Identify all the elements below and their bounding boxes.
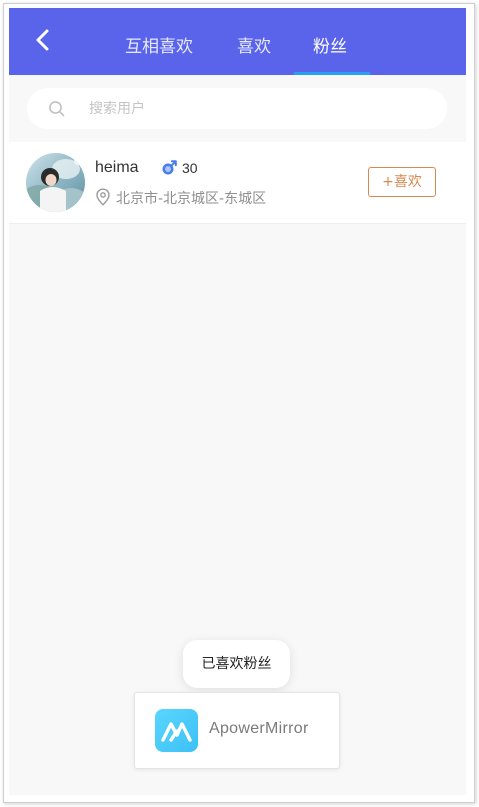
- avatar[interactable]: [26, 153, 85, 212]
- apowermirror-label: ApowerMirror: [209, 720, 309, 737]
- fan-name: heima: [95, 159, 139, 176]
- male-icon: [162, 160, 177, 175]
- fan-list-item[interactable]: heima 30 北京市-北京城区-东城区 +喜欢: [9, 142, 466, 224]
- tab-likes[interactable]: 喜欢: [237, 32, 271, 57]
- fan-location: 北京市-北京城区-东城区: [116, 191, 267, 207]
- fan-age: 30: [182, 160, 198, 176]
- tab-bar: 互相喜欢 喜欢 粉丝: [9, 8, 466, 75]
- apowermirror-overlay[interactable]: ApowerMirror: [134, 692, 340, 769]
- active-tab-indicator: [294, 72, 370, 75]
- header-bar: 互相喜欢 喜欢 粉丝: [9, 8, 466, 75]
- search-input[interactable]: [87, 94, 431, 124]
- apowermirror-logo-icon: [155, 709, 198, 752]
- tab-fans[interactable]: 粉丝: [313, 32, 347, 57]
- app-screen: 互相喜欢 喜欢 粉丝 搜索用户 heima 30 北京市-北京城区-东城区 +喜…: [9, 8, 466, 795]
- tab-mutual-likes[interactable]: 互相喜欢: [125, 32, 193, 57]
- search-icon: [49, 101, 65, 117]
- search-bar[interactable]: [27, 88, 447, 129]
- avatar-image: [26, 153, 85, 212]
- like-back-button[interactable]: +喜欢: [368, 167, 436, 197]
- location-pin-icon: [96, 188, 110, 206]
- toast-message: 已喜欢粉丝: [183, 640, 290, 688]
